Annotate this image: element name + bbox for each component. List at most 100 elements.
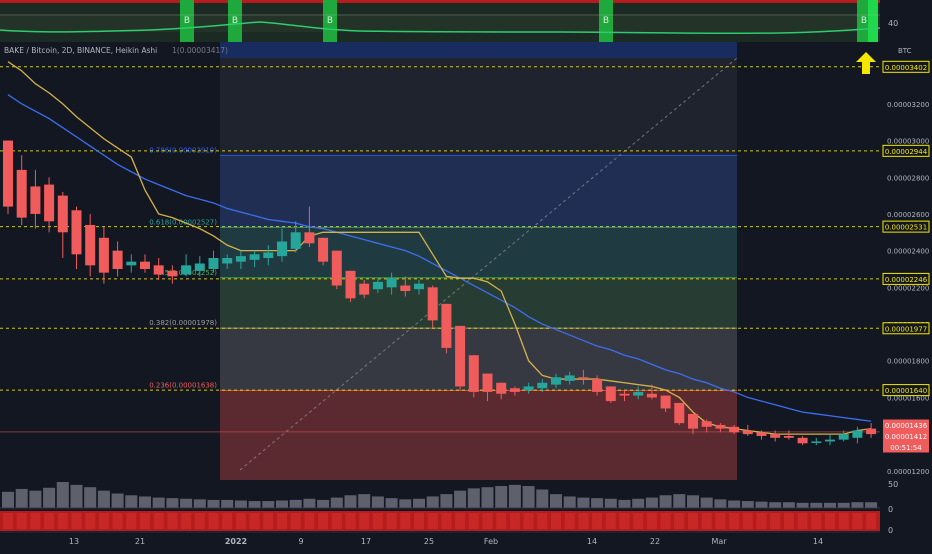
candle-body [98, 237, 109, 273]
volume-strip-cell [44, 513, 55, 529]
volume-strip-cell [592, 513, 603, 529]
candle-body [208, 257, 219, 269]
volume-strip-cell [249, 513, 260, 529]
volume-bar [645, 497, 658, 508]
volume-bar [741, 501, 754, 508]
candle-body [838, 434, 849, 440]
volume-bar [714, 499, 727, 508]
volume-bar [262, 501, 275, 508]
volume-strip-cell [797, 513, 808, 529]
candle-body [263, 252, 274, 258]
volume-strip-cell [400, 513, 411, 529]
volume-bar [755, 501, 768, 508]
fib-zone-band [220, 277, 737, 329]
candle-body [523, 386, 534, 391]
price-tick-label: 0.00001200 [887, 468, 929, 476]
candle-body [359, 283, 370, 295]
volume-strip-cell [660, 513, 671, 529]
candle-body [112, 250, 123, 269]
range-header-band [220, 42, 737, 58]
volume-bar [289, 499, 302, 508]
volume-bar [604, 498, 617, 508]
candle-body [605, 386, 616, 402]
volume-strip-cell [153, 513, 164, 529]
volume-strip-cell [331, 513, 342, 529]
volume-strip-cell [386, 513, 397, 529]
candle-body [85, 224, 96, 266]
fib-zone-band [220, 155, 737, 228]
volume-strip-cell [523, 513, 534, 529]
price-tick-label: 0.00002400 [887, 248, 929, 256]
price-tick-label: 0.00002800 [887, 174, 929, 182]
volume-bar [796, 502, 809, 508]
volume-strip-cell [181, 513, 192, 529]
candle-body [414, 283, 424, 290]
candle-body [496, 382, 507, 394]
buy-signal-text: B [184, 16, 190, 26]
volume-bar [550, 494, 562, 508]
volume-bar [317, 499, 330, 508]
current-signal-bar [868, 0, 878, 42]
candle-body [619, 393, 630, 396]
candle-body [729, 426, 740, 433]
volume-strip-cell [345, 513, 356, 529]
candle-body [852, 430, 863, 438]
price-tag-label: 0.00002246 [885, 276, 928, 284]
volume-bar [399, 499, 412, 508]
volume-bar [248, 501, 261, 508]
volume-strip-cell [16, 513, 27, 529]
candle-body [331, 250, 342, 286]
volume-bar [125, 495, 138, 508]
volume-bar [193, 499, 206, 508]
candle-body [57, 195, 68, 233]
volume-strip-cell [852, 513, 863, 529]
buy-signal-text: B [861, 16, 867, 26]
candle-body [386, 278, 397, 288]
candle-body [509, 388, 520, 392]
candle-body [660, 395, 671, 409]
price-tick-label: 0.00001800 [887, 358, 929, 366]
volume-strip-cell [98, 513, 109, 529]
candle-body [770, 434, 781, 438]
time-tick-label: 22 [650, 537, 660, 546]
candle-body [44, 184, 55, 222]
volume-strip-cell [482, 513, 493, 529]
price-axis-unit: BTC [898, 47, 912, 55]
volume-bar [139, 496, 151, 508]
candle-body [578, 377, 589, 380]
volume-bar [467, 488, 480, 508]
candle-body [825, 439, 835, 442]
volume-strip-cell [783, 513, 794, 529]
volume-strip-cell [468, 513, 479, 529]
price-tag-label: 0.00001412 [885, 433, 927, 441]
volume-axis-label: 0 [888, 526, 893, 535]
chart-symbol-header: BAKE / Bitcoin, 2D, BINANCE, Heikin Ashi [4, 46, 158, 55]
volume-bar [221, 499, 234, 508]
volume-strip-cell [112, 513, 123, 529]
candle-body [181, 265, 192, 275]
volume-bar [728, 500, 741, 508]
volume-strip-cell [715, 513, 726, 529]
candle-body [290, 232, 301, 249]
volume-strip-cell [30, 513, 41, 529]
volume-bar [29, 490, 42, 508]
time-tick-label: 17 [361, 537, 371, 546]
candle-body [482, 373, 493, 392]
price-tag-label: 0.00001977 [885, 325, 927, 333]
volume-bar [687, 495, 699, 508]
candle-body [126, 261, 137, 266]
candle-body [468, 355, 479, 392]
volume-bar [577, 497, 590, 508]
volume-strip-cell [537, 513, 548, 529]
volume-strip-cell [372, 513, 383, 529]
time-tick-label: Feb [484, 537, 498, 546]
candle-body [277, 241, 287, 257]
candle-body [688, 413, 698, 429]
candle-body [249, 254, 260, 260]
volume-strip-cell [811, 513, 822, 529]
volume-strip-cell [688, 513, 698, 529]
candle-body [455, 325, 466, 387]
volume-strip-cell [194, 513, 205, 529]
volume-strip-cell [167, 513, 178, 529]
volume-bar [632, 498, 645, 508]
